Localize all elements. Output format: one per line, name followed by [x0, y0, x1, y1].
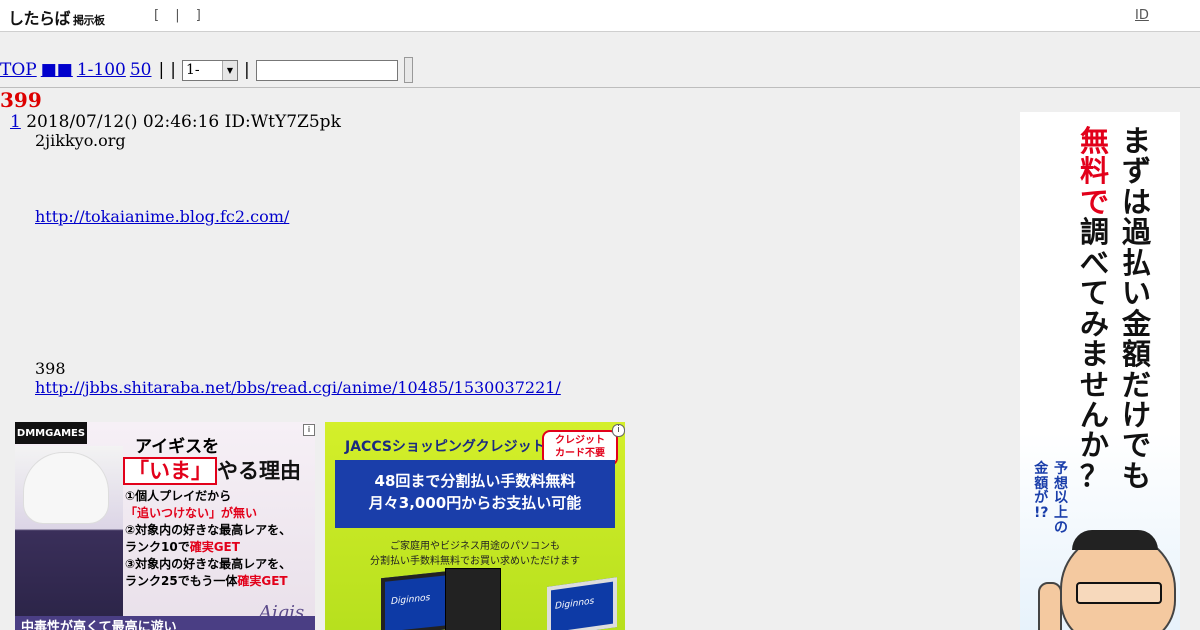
desktop-tower-image [445, 568, 501, 630]
ad-vertical-char: み [1080, 306, 1110, 341]
ad-vertical-char: 過 [1122, 215, 1152, 250]
nav-top-link[interactable]: TOP [0, 60, 37, 80]
ad-vertical-char: 料 [1080, 154, 1110, 189]
post-link[interactable]: http://jbbs.shitaraba.net/bbs/read.cgi/a… [35, 378, 561, 397]
nav-squares-link[interactable]: ■■ [41, 60, 73, 80]
thread-nav: TOP ■■ 1-100 50 | | 1- ▼ | [0, 57, 413, 83]
ad-vertical-char: べ [1080, 245, 1110, 280]
ad-vertical-char: 上 [1054, 505, 1068, 522]
ad-vertical-char: だ [1122, 367, 1152, 402]
site-logo-sub: 掲示板 [73, 14, 105, 27]
ad-brand: JACCSショッピングクレジット [345, 439, 546, 455]
post-text-line: 2jikkyo.org [35, 131, 126, 150]
ad-headline-2: 「いま」 やる理由 [123, 455, 301, 485]
ad-vertical-char: か [1080, 428, 1110, 463]
post-text-line: 398 [35, 359, 66, 378]
post-number-link[interactable]: 1 [10, 112, 21, 132]
ad-banner-dmm[interactable]: DMMGAMES i アイギスを 「いま」 やる理由 ①個人プレイだから 「追いつ… [15, 422, 315, 630]
go-button[interactable] [403, 57, 413, 83]
ad-offer: 48回まで分割払い手数料無料 月々3,000円からお支払い可能 [335, 460, 615, 528]
nav-last-link[interactable]: 50 [130, 60, 152, 80]
ad-headline: アイギスを [135, 437, 220, 457]
ad-vertical-char: 払 [1122, 245, 1152, 280]
ad-info-icon[interactable]: i [612, 424, 625, 437]
site-logo-text: したらば [8, 9, 71, 28]
ad-vertical-char: は [1122, 184, 1152, 219]
ad-vertical-char: で [1080, 184, 1110, 219]
range-select-value: 1- [185, 62, 200, 78]
ad-vertical-char: 以 [1054, 490, 1068, 507]
ad-vertical-char: で [1122, 428, 1152, 463]
ad-vertical-char: が [1034, 490, 1049, 507]
site-logo[interactable]: したらば 掲示板 [8, 5, 105, 29]
ad-vertical-char: 予 [1054, 461, 1068, 477]
nav-separator: | [158, 60, 165, 80]
ad-vertical-char: ん [1080, 397, 1110, 432]
nav-range-link[interactable]: 1-100 [77, 60, 126, 80]
ad-vertical-char: も [1122, 458, 1152, 493]
post-date: 2018/07/12() 02:46:16 ID:WtY7Z5pk [26, 112, 341, 132]
ad-vertical-text-highlight: 無料で調べてみませんか？ [1080, 124, 1110, 493]
ad-badge: DMMGAMES [15, 422, 87, 444]
ad-vertical-char: せ [1080, 367, 1110, 402]
ad-banner-jaccs[interactable]: JACCSショッピングクレジット クレジット カード不要 i 48回まで分割払い… [325, 422, 625, 630]
ad-vertical-char: て [1080, 276, 1110, 311]
ad-vertical-char: ま [1122, 124, 1152, 158]
ad-vertical-subtext: 予想以上の [1054, 462, 1068, 535]
ad-vertical-char: け [1122, 397, 1152, 432]
man-hair [1072, 530, 1158, 550]
ad-bottom-text: 中毒性が高くて最高に遊い [15, 616, 315, 630]
ad-vertical-char: 金 [1034, 461, 1049, 477]
ad-vertical-char: の [1054, 519, 1068, 536]
ad-vertical-char: ま [1080, 337, 1110, 372]
top-bar: したらば 掲示板 [ | ] ID [0, 0, 1200, 32]
ad-vertical-char: ？ [1080, 458, 1110, 493]
post-link[interactable]: http://tokaianime.blog.fc2.com/ [35, 207, 289, 226]
ad-vertical-subtext: 金額が!? [1034, 462, 1049, 521]
range-select[interactable]: 1- ▼ [181, 59, 238, 81]
range-input[interactable] [255, 59, 398, 81]
id-link[interactable]: ID [1135, 8, 1149, 23]
laptop-image: Diginnos [547, 577, 617, 630]
ad-info-icon[interactable]: i [303, 424, 315, 436]
ad-vertical-char: 想 [1054, 475, 1068, 492]
post-count: 399 [0, 88, 42, 112]
nav-separator: | [243, 60, 250, 80]
ad-points: ①個人プレイだから 「追いつけない」が無い ②対象内の好きな最高レアを、 ランク… [125, 489, 292, 588]
ad-description: ご家庭用やビジネス用途のパソコンも 分割払い手数料無料でお買い求めいただけます [370, 541, 580, 567]
ad-vertical-char: 無 [1080, 124, 1110, 158]
ad-vertical-char: 額 [1122, 337, 1152, 372]
nav-separator: | [170, 60, 176, 80]
ad-vertical-char: い [1122, 276, 1152, 311]
divider [0, 87, 1200, 88]
post-header: 1 2018/07/12() 02:46:16 ID:WtY7Z5pk [10, 112, 341, 132]
bracket-links: [ | ] [154, 8, 207, 23]
post-body: 2jikkyo.org http://tokaianime.blog.fc2.c… [35, 131, 561, 397]
chevron-down-icon: ▼ [221, 60, 237, 80]
pointing-finger-icon [1038, 582, 1062, 630]
ad-vertical-char: 調 [1080, 215, 1110, 250]
character-hair [23, 452, 109, 524]
ad-vertical-char: 金 [1122, 306, 1152, 341]
glasses-icon [1076, 582, 1162, 604]
ad-vertical-char: !? [1034, 505, 1049, 522]
ad-vertical-text: まずは過払い金額だけでも [1122, 124, 1152, 493]
ad-vertical-char: ず [1122, 154, 1152, 189]
ad-banner-side[interactable]: まずは過払い金額だけでも 無料で調べてみませんか？ 予想以上の 金額が!? [1020, 112, 1180, 630]
